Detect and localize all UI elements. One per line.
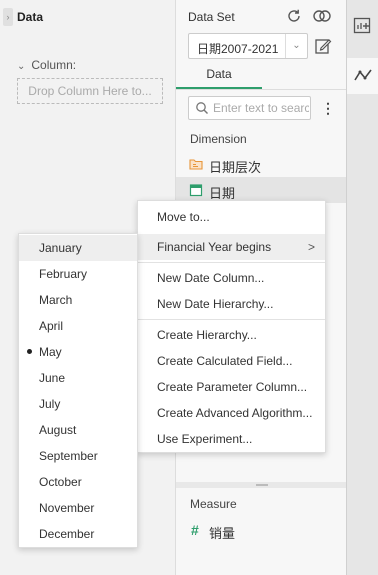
tab-data[interactable]: Data — [176, 62, 262, 90]
more-options-icon[interactable]: ⋮ — [321, 100, 335, 116]
hash-icon: # — [191, 522, 199, 538]
menu-item-move-to[interactable]: Move to... — [138, 204, 325, 230]
chevron-down-icon: ⌄ — [17, 61, 26, 72]
panel-title: Data — [17, 10, 44, 24]
add-chart-icon — [353, 17, 371, 34]
search-icon — [196, 102, 208, 114]
month-option[interactable]: November — [19, 495, 137, 521]
chart-properties-button[interactable] — [347, 58, 378, 94]
submenu-arrow-icon: > — [307, 240, 315, 254]
edit-dataset-icon[interactable] — [314, 37, 332, 55]
menu-item-new-date-hierarchy[interactable]: New Date Hierarchy... — [138, 291, 325, 317]
measure-section-label: Measure — [190, 497, 237, 511]
refresh-icon[interactable] — [286, 8, 302, 24]
menu-item-label: Financial Year begins — [157, 240, 272, 254]
dataset-label: Data Set — [188, 10, 235, 24]
month-option[interactable]: October — [19, 469, 137, 495]
menu-item-new-date-column[interactable]: New Date Column... — [138, 265, 325, 291]
field-search-box[interactable] — [188, 96, 311, 120]
dataset-select[interactable]: 日期2007-2021 ⌄ — [188, 33, 308, 59]
add-component-button[interactable] — [347, 8, 378, 44]
month-option[interactable]: April — [19, 313, 137, 339]
menu-item-create-advanced-algorithm[interactable]: Create Advanced Algorithm... — [138, 400, 325, 426]
grip-icon — [256, 484, 268, 486]
month-submenu: January February March April May June Ju… — [18, 233, 138, 548]
column-section-label[interactable]: ⌄ Column: — [17, 58, 76, 72]
hierarchy-folder-icon — [189, 159, 203, 170]
line-chart-icon — [354, 69, 372, 81]
right-toolbar — [346, 0, 378, 575]
month-option[interactable]: June — [19, 365, 137, 391]
month-option[interactable]: February — [19, 261, 137, 287]
measure-item-label: 销量 — [209, 526, 236, 541]
dataset-link-icon[interactable] — [312, 8, 332, 24]
dimension-item[interactable]: 日期层次 — [176, 151, 346, 177]
month-option[interactable]: September — [19, 443, 137, 469]
tab-divider — [176, 89, 346, 90]
measure-item[interactable]: # 销量 — [176, 517, 346, 543]
dimension-section-label: Dimension — [190, 132, 247, 146]
menu-separator — [138, 319, 325, 320]
selected-bullet-icon — [27, 349, 32, 354]
menu-separator — [138, 262, 325, 263]
search-input[interactable] — [213, 100, 309, 116]
menu-item-create-calculated-field[interactable]: Create Calculated Field... — [138, 348, 325, 374]
menu-item-create-hierarchy[interactable]: Create Hierarchy... — [138, 322, 325, 348]
menu-item-create-parameter-column[interactable]: Create Parameter Column... — [138, 374, 325, 400]
month-option-label: May — [39, 345, 62, 359]
column-drop-zone[interactable]: Drop Column Here to... — [17, 78, 163, 104]
menu-item-use-experiment[interactable]: Use Experiment... — [138, 426, 325, 452]
dataset-selected-value: 日期2007-2021 — [197, 42, 279, 56]
menu-item-financial-year-begins[interactable]: Financial Year begins > — [138, 234, 325, 260]
month-option[interactable]: December — [19, 521, 137, 547]
month-option[interactable]: January — [19, 235, 137, 261]
panel-resize-handle[interactable] — [176, 482, 346, 488]
column-label-text: Column: — [31, 58, 77, 72]
month-option[interactable]: July — [19, 391, 137, 417]
month-option-selected[interactable]: May — [19, 339, 137, 365]
collapse-panel-handle[interactable]: › — [3, 8, 13, 26]
date-calendar-icon — [189, 184, 203, 197]
month-option[interactable]: August — [19, 417, 137, 443]
dimension-item-label: 日期层次 — [209, 160, 262, 175]
month-option[interactable]: March — [19, 287, 137, 313]
chevron-down-icon[interactable]: ⌄ — [285, 34, 307, 58]
field-context-menu: Move to... Financial Year begins > New D… — [137, 200, 326, 453]
